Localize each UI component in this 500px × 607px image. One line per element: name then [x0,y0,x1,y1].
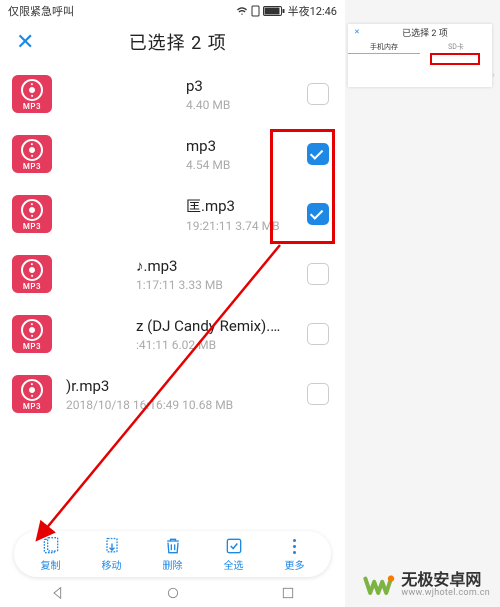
move-label: 移动 [102,557,122,572]
selection-title: 已选择 2 项 [30,29,325,55]
watermark-en: www.wjhotel.com.cn [401,589,490,598]
file-checkbox[interactable] [307,83,329,105]
file-checkbox[interactable] [307,323,329,345]
selection-header: ✕ 已选择 2 项 [0,20,345,64]
nav-recent-icon[interactable] [280,585,296,601]
file-checkbox[interactable] [307,383,329,405]
thumb-title: 已选择 2 项 [364,26,486,39]
more-button[interactable]: 更多 [264,536,325,572]
file-text: 匡.mp319:21:11 3.74 MB [52,195,290,233]
delete-button[interactable]: 删除 [142,536,203,572]
nav-back-icon[interactable] [50,585,66,601]
file-checkbox-area[interactable] [290,364,345,424]
mp3-file-icon: MP3 [12,195,52,233]
select-all-label: 全选 [224,557,244,572]
android-navbar [0,579,345,607]
annotation-red-box-sdtab [430,53,480,65]
wifi-icon [236,5,248,17]
nav-home-icon[interactable] [165,585,181,601]
file-text: mp34.54 MB [52,137,290,172]
delete-label: 删除 [163,557,183,572]
file-checkbox[interactable] [307,263,329,285]
thumb-close-icon: ✕ [354,28,360,36]
annotation-arrow [35,240,295,540]
mp3-file-icon: MP3 [12,135,52,173]
copy-button[interactable]: 复制 [20,536,81,572]
watermark: 无极安卓网 www.wjhotel.com.cn [363,569,490,601]
file-name: p3 [186,77,290,95]
more-label: 更多 [285,557,305,572]
mp3-file-icon: MP3 [12,75,52,113]
watermark-logo-icon [363,569,395,601]
annotation-red-box-checkboxes [270,129,335,244]
file-checkbox-area[interactable] [290,304,345,364]
copy-label: 复制 [41,557,61,572]
file-meta: 4.40 MB [186,98,290,112]
thumbnail-overlay: ✕ 已选择 2 项 手机内存 SD卡 › [348,24,492,87]
file-checkbox-area[interactable] [290,64,345,124]
status-bar: 仅限紧急呼叫 半夜12:46 [0,0,345,20]
status-time: 半夜12:46 [288,3,337,19]
sim-icon [251,5,260,17]
status-left: 仅限紧急呼叫 [8,3,74,19]
battery-icon [263,5,285,17]
status-network: 仅限紧急呼叫 [8,3,74,19]
select-all-button[interactable]: 全选 [203,536,264,572]
watermark-cn: 无极安卓网 [401,572,490,589]
file-checkbox-area[interactable] [290,244,345,304]
file-row[interactable]: MP3 p3 4.40 MB [0,64,345,124]
file-text: p3 4.40 MB [52,77,290,112]
thumb-chevron-icon: › [492,70,495,81]
status-right: 半夜12:46 [236,3,337,19]
thumb-tab-sd: SD卡 [420,40,492,54]
move-button[interactable]: 移动 [81,536,142,572]
